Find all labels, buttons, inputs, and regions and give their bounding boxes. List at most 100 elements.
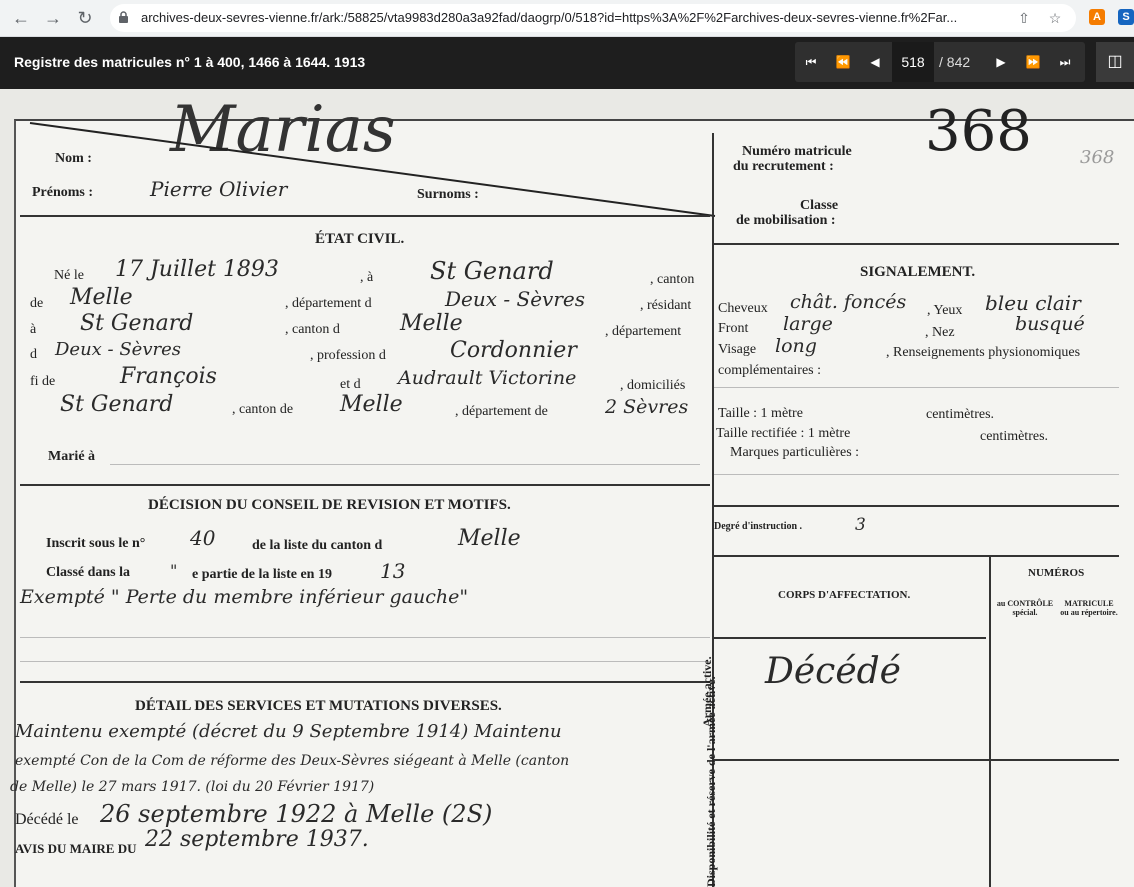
label-taille: Taille : 1 mètre (718, 406, 803, 421)
label-d: d (30, 347, 37, 362)
label-disponibilite: Disponibilité et réserve de l'armée acti… (704, 676, 718, 887)
divider (714, 505, 1119, 507)
label-classe: Classe (800, 198, 839, 213)
divider (20, 484, 710, 486)
label-classe-dans: Classé dans la (46, 565, 131, 580)
handwritten-domicile: St Genard (60, 392, 174, 417)
handwritten-visage: long (775, 335, 817, 357)
ruled-line (714, 387, 1119, 388)
marie-line (110, 464, 700, 465)
extension-icon[interactable]: A (1089, 9, 1105, 25)
page-number-input[interactable]: 518 (892, 42, 934, 82)
handwritten-classe-partie: " (170, 561, 178, 580)
label-inscrit: Inscrit sous le n° (46, 536, 146, 551)
label-au-controle: au CONTRÔLE spécial. (996, 599, 1054, 617)
handwritten-canton-2: Melle (400, 311, 463, 336)
label-a: , à (360, 270, 374, 285)
pencil-matricule-note: 368 (1080, 147, 1115, 168)
handwritten-canton-3: Melle (340, 392, 403, 417)
handwritten-mother: Audrault Victorine (398, 367, 577, 389)
star-bookmark-icon[interactable]: ☆ (1046, 9, 1064, 27)
handwritten-decede-date: 26 septembre 1922 à Melle (2S) (100, 800, 493, 828)
previous-page-icon[interactable]: ◀ (859, 42, 891, 82)
label-cheveux: Cheveux (718, 301, 768, 316)
label-taille-rectifiee: Taille rectifiée : 1 mètre (716, 426, 851, 441)
share-icon[interactable]: ⇧ (1015, 9, 1033, 27)
strike-line (29, 122, 716, 217)
address-bar[interactable]: archives-deux-sevres-vienne.fr/ark:/5882… (110, 4, 1076, 32)
signalement-title: SIGNALEMENT. (860, 264, 976, 280)
reload-icon[interactable]: ↻ (74, 7, 96, 29)
label-marques: Marques particulières : (730, 445, 860, 460)
label-canton: , canton (650, 272, 695, 287)
label-ne-le: Né le (54, 268, 84, 283)
label-visage: Visage (718, 342, 757, 357)
label-a-2: à (30, 322, 37, 337)
label-departement-de: , département de (455, 404, 548, 419)
first-page-icon[interactable]: ⏮ (795, 42, 827, 82)
label-decede-le: Décédé le (15, 811, 79, 828)
label-prenoms: Prénoms : (32, 185, 94, 200)
label-degre: Degré d'instruction . (714, 521, 803, 532)
side-panel-toggle-icon[interactable]: ◫ (1096, 42, 1134, 82)
label-avis-du-maire: AVIS DU MAIRE DU (15, 841, 137, 856)
label-renseignements: , Renseignements physionomiques (886, 345, 1081, 360)
label-matricule-repertoire: MATRICULE ou au répertoire. (1060, 599, 1118, 617)
handwritten-decision-note: Exempté " Perte du membre inférieur gauc… (20, 586, 469, 608)
label-profession: , profession d (310, 348, 386, 363)
label-partie: e partie de la liste en 19 (192, 567, 332, 582)
divider (714, 243, 1119, 245)
viewer-toolbar: Registre des matricules n° 1 à 400, 1466… (0, 37, 1134, 89)
column-separator (989, 557, 991, 887)
page-total: / 842 (939, 54, 971, 70)
handwritten-service-line-2: exempté Con de la Com de réforme des Deu… (15, 753, 570, 769)
label-departement-d: , département d (285, 296, 372, 311)
label-yeux: , Yeux (927, 303, 963, 318)
divider (714, 637, 986, 639)
label-residant: , résidant (640, 298, 692, 313)
handwritten-birth-date: 17 Juillet 1893 (115, 257, 279, 282)
handwritten-front: large (783, 313, 833, 335)
handwritten-prenoms: Pierre Olivier (150, 177, 288, 201)
fast-forward-icon[interactable]: ⏩ (1017, 42, 1049, 82)
label-centimetres-2: centimètres. (980, 429, 1049, 444)
label-complementaires: complémentaires : (718, 363, 822, 378)
handwritten-profession: Cordonnier (450, 338, 577, 363)
handwritten-birth-place: St Genard (430, 257, 554, 285)
handwritten-yeux: bleu clair (985, 291, 1081, 315)
handwritten-nez: busqué (1015, 313, 1085, 335)
next-page-icon[interactable]: ▶ (985, 42, 1017, 82)
label-front: Front (718, 321, 749, 336)
handwritten-avis-date: 22 septembre 1937. (145, 827, 369, 852)
label-canton-de: , canton de (232, 402, 294, 417)
last-page-icon[interactable]: ⏭ (1049, 42, 1081, 82)
pagination: ⏮ ⏪ ◀ 518 / 842 ▶ ⏩ ⏭ (795, 42, 1085, 82)
back-arrow-icon[interactable]: ← (10, 7, 32, 29)
handwritten-father: François (120, 364, 217, 389)
divider (714, 555, 1119, 557)
handwritten-cheveux: chât. foncés (790, 291, 907, 313)
label-domicilies: , domiciliés (620, 378, 686, 393)
label-liste-canton: de la liste du canton d (252, 538, 383, 553)
label-fi-de: fi de (30, 374, 56, 389)
extension-icon-2[interactable]: S (1118, 9, 1134, 25)
label-nom: Nom : (55, 151, 92, 166)
handwritten-inscrit-num: 40 (190, 526, 216, 550)
label-centimetres: centimètres. (926, 407, 995, 422)
label-numeros: NUMÉROS (1028, 567, 1085, 579)
detail-title: DÉTAIL DES SERVICES ET MUTATIONS DIVERSE… (135, 698, 502, 714)
forward-arrow-icon[interactable]: → (42, 7, 64, 29)
label-de-mobilisation: de mobilisation : (736, 213, 836, 228)
handwritten-service-line-1: Maintenu exempté (décret du 9 Septembre … (15, 721, 562, 742)
handwritten-inscrit-canton: Melle (458, 526, 521, 551)
document-viewport[interactable]: Marias 368 368 Nom : Prénoms : Pierre Ol… (0, 89, 1134, 887)
label-departement: , département (605, 324, 682, 339)
label-surnoms: Surnoms : (417, 187, 479, 202)
label-marie-a: Marié à (48, 449, 96, 464)
handwritten-canton-1: Melle (70, 285, 133, 310)
lock-icon (119, 11, 128, 23)
ruled-line (20, 637, 710, 638)
handwritten-degre: 3 (855, 515, 866, 535)
rewind-icon[interactable]: ⏪ (827, 42, 859, 82)
label-numero-matricule: Numéro matricule (742, 144, 852, 159)
